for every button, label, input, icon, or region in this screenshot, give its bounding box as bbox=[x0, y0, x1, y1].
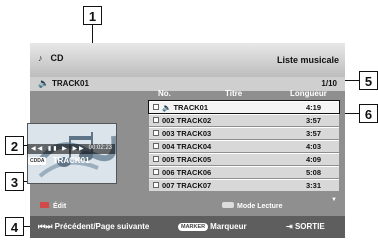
table-row[interactable]: 006 TRACK06 5:08 bbox=[149, 166, 339, 178]
track-position: 1/10 bbox=[321, 79, 337, 88]
track-length: 4:09 bbox=[305, 155, 321, 164]
track-length: 4:03 bbox=[305, 142, 321, 151]
skip-icon: ⏮⏭ bbox=[38, 222, 53, 231]
checkbox-icon[interactable] bbox=[153, 169, 159, 175]
prev-next-hint: ⏮⏭ Précédent/Page suivante bbox=[38, 222, 150, 231]
table-row[interactable]: 005 TRACK05 4:09 bbox=[149, 153, 339, 165]
exit-icon: ⇥ bbox=[286, 222, 293, 231]
mode-hint: Mode Lecture bbox=[222, 202, 283, 210]
table-row[interactable]: 004 TRACK04 4:03 bbox=[149, 140, 339, 152]
top-bar: ♪ CD Liste musicale bbox=[30, 43, 345, 77]
source-label: ♪ CD bbox=[38, 53, 64, 63]
track-length: 5:08 bbox=[305, 168, 321, 177]
cdda-badge: CDDA bbox=[28, 156, 47, 165]
checkbox-icon[interactable] bbox=[153, 143, 159, 149]
table-row[interactable]: 003 TRACK03 3:57 bbox=[149, 127, 339, 139]
playback-time: 00:02:23 bbox=[88, 145, 112, 151]
track-length: 3:57 bbox=[305, 129, 321, 138]
list-header: No. Titre Longueur bbox=[148, 89, 344, 99]
red-button-icon bbox=[40, 202, 49, 208]
table-row[interactable]: 🔈 TRACK01 4:19 bbox=[148, 100, 340, 114]
mode-key-icon bbox=[222, 202, 234, 208]
callout-2: 2 bbox=[5, 136, 24, 155]
track-length: 3:57 bbox=[305, 116, 321, 125]
exit-hint: ⇥ SORTIE bbox=[286, 222, 325, 231]
marker-button-icon: MARKER bbox=[178, 222, 209, 231]
track-title: 005 TRACK05 bbox=[162, 155, 212, 164]
marker-hint: MARKER Marqueur bbox=[178, 222, 247, 231]
playback-controls: ◀◀ ▮▮ ▶ ▶▶ 00:02:23 bbox=[27, 144, 115, 154]
checkbox-icon[interactable] bbox=[153, 104, 159, 110]
checkbox-icon[interactable] bbox=[153, 117, 159, 123]
track-title: 006 TRACK06 bbox=[162, 168, 212, 177]
track-length: 3:31 bbox=[305, 181, 321, 190]
table-row[interactable]: 007 TRACK07 3:31 bbox=[149, 179, 339, 191]
track-title: 007 TRACK07 bbox=[162, 181, 212, 190]
transport-icons: ◀◀ ▮▮ ▶ ▶▶ bbox=[31, 146, 86, 152]
col-longueur: Longueur bbox=[290, 89, 327, 98]
track-title: 004 TRACK04 bbox=[162, 142, 212, 151]
callout-5: 5 bbox=[359, 71, 378, 90]
callout-3: 3 bbox=[5, 172, 24, 191]
callout-6: 6 bbox=[359, 104, 378, 123]
callout-4: 4 bbox=[5, 217, 24, 236]
cdda-track: CDDA TRACK01 bbox=[28, 156, 90, 165]
leader-5 bbox=[344, 80, 359, 81]
table-row[interactable]: 002 TRACK02 3:57 bbox=[149, 114, 339, 126]
edit-hint: Édit bbox=[40, 202, 66, 210]
menu-title: Liste musicale bbox=[276, 55, 339, 65]
checkbox-icon[interactable] bbox=[153, 182, 159, 188]
checkbox-icon[interactable] bbox=[153, 130, 159, 136]
bottom-bar: ⏮⏭ Précédent/Page suivante MARKER Marqueu… bbox=[30, 216, 345, 238]
track-title: 🔈 TRACK01 bbox=[162, 103, 209, 112]
speaker-icon: 🔈 bbox=[38, 78, 50, 88]
cdda-track-label: TRACK01 bbox=[52, 156, 90, 165]
track-length: 4:19 bbox=[305, 103, 321, 112]
music-note-icon: ♪ bbox=[38, 53, 43, 63]
col-no: No. bbox=[158, 89, 171, 98]
track-title: 003 TRACK03 bbox=[162, 129, 212, 138]
track-title: 002 TRACK02 bbox=[162, 116, 212, 125]
current-track: TRACK01 bbox=[52, 79, 89, 88]
scroll-down-icon[interactable]: ▼ bbox=[331, 197, 337, 203]
callout-1: 1 bbox=[83, 6, 102, 25]
col-titre: Titre bbox=[225, 89, 243, 98]
checkbox-icon[interactable] bbox=[153, 156, 159, 162]
